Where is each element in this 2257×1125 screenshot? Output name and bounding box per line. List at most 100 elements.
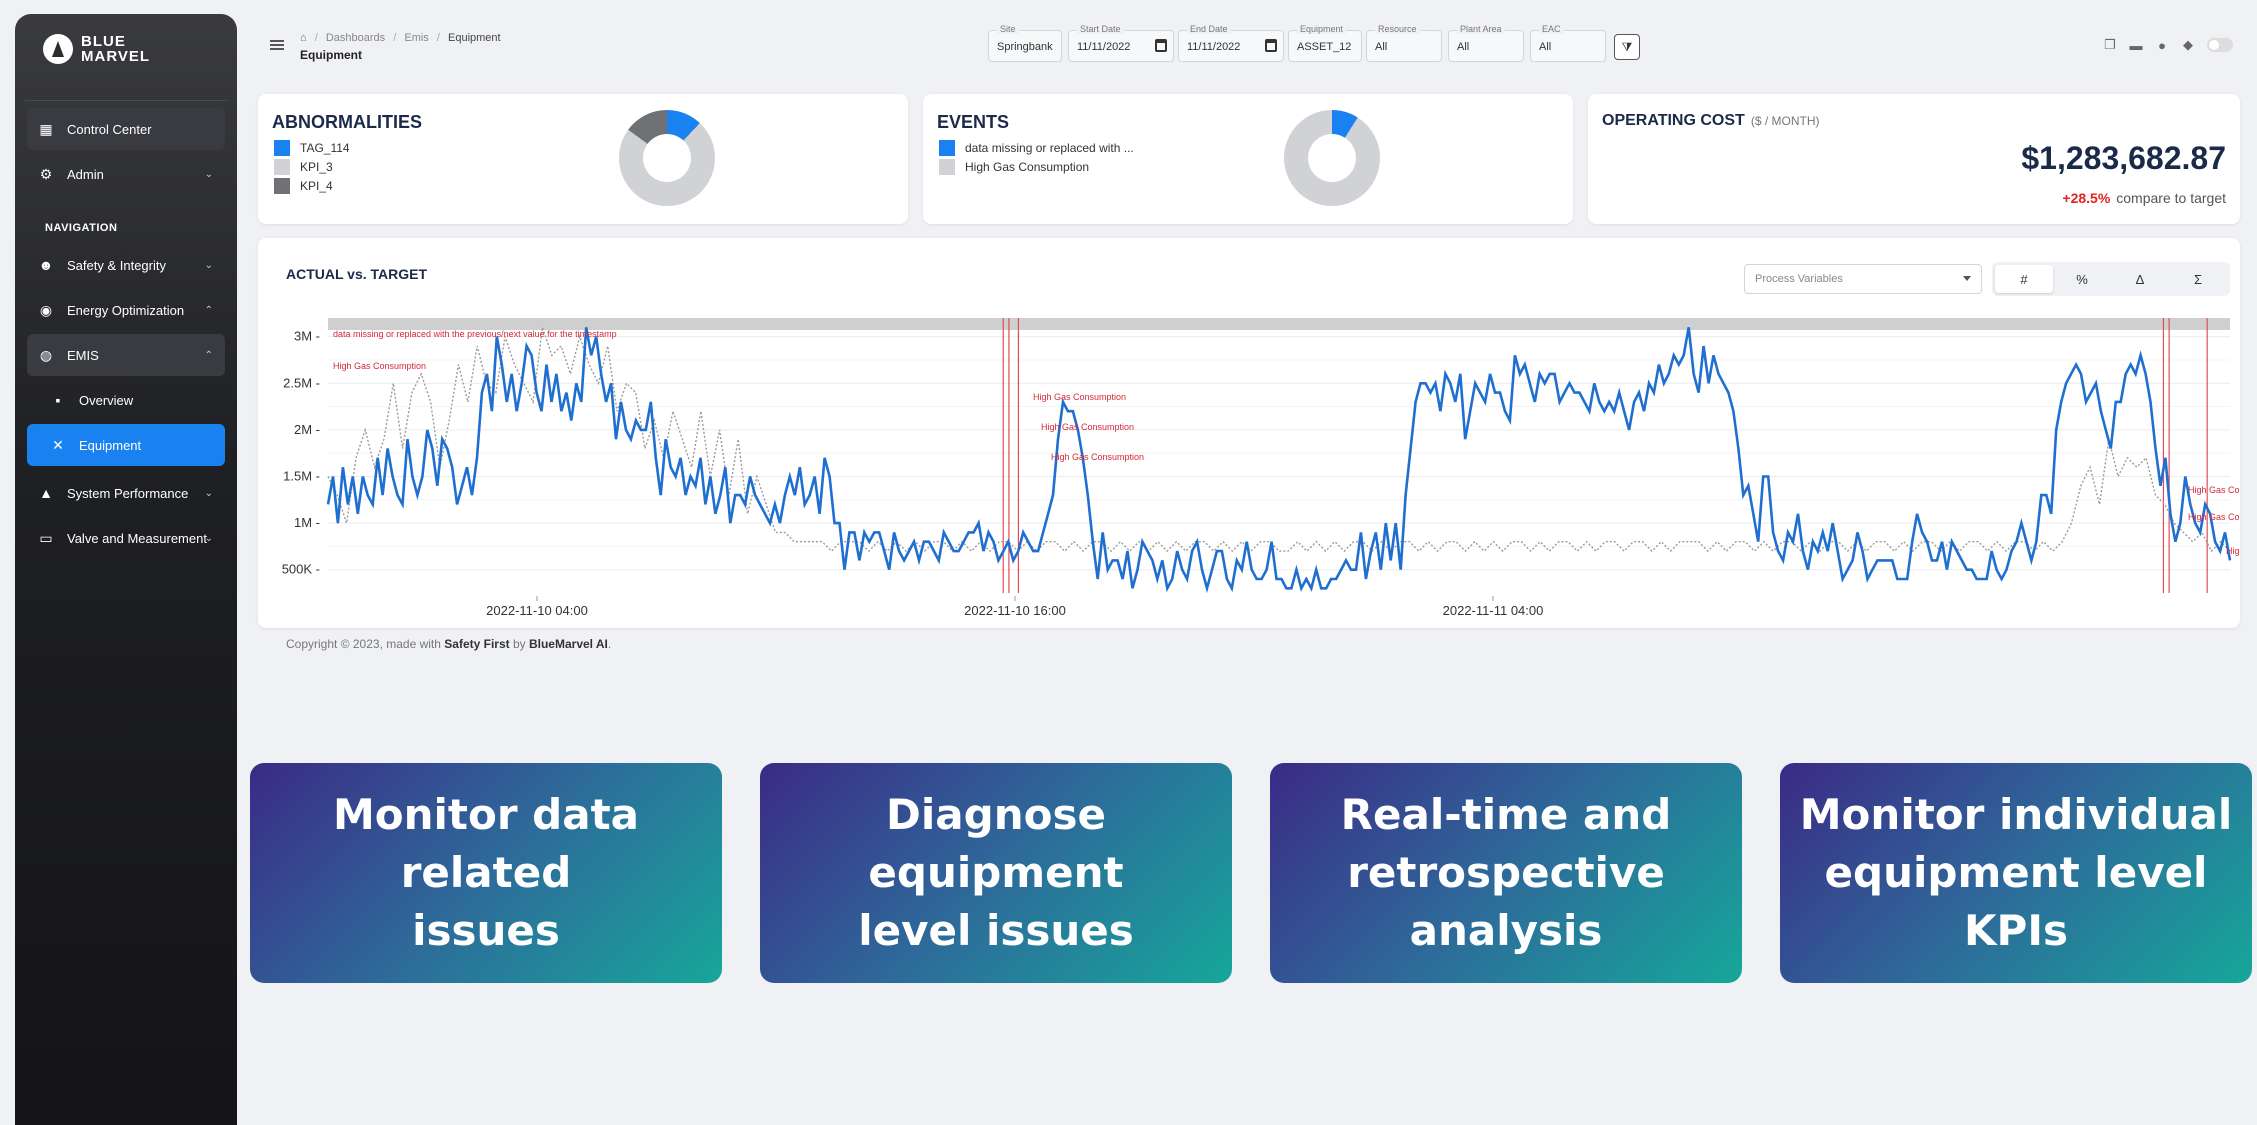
filter-label: Start Date (1077, 24, 1124, 34)
chart-annotation: High (2226, 546, 2240, 556)
chart-annotation: High Gas Consumption (1041, 422, 1134, 432)
sidebar-item-label: EMIS (67, 347, 99, 363)
tile-line-1: Monitor data related (332, 790, 640, 897)
menu-icon[interactable] (270, 40, 284, 50)
apply-filter-button[interactable]: ⧩ (1614, 34, 1640, 60)
sidebar-item-emis[interactable]: ◍ EMIS ⌃ (27, 334, 225, 376)
emis-icon: ◍ (39, 346, 53, 363)
actual-line (327, 327, 2231, 553)
legend-label: KPI_3 (300, 159, 333, 174)
legend-swatch (274, 158, 290, 175)
feature-tile-kpis: Monitor individual equipment level KPIs (1780, 763, 2252, 983)
x-tick-label: 2022-11-10 04:00 (486, 603, 588, 618)
legend-swatch (939, 139, 955, 156)
legend-label: High Gas Consumption (965, 159, 1090, 174)
breadcrumb: ⌂ / Dashboards / Emis / Equipment (300, 32, 501, 44)
resource-filter[interactable]: Resource All (1366, 24, 1442, 62)
rocket-icon: ▲ (39, 485, 53, 501)
legend-swatch (274, 139, 290, 156)
sidebar-item-label: Equipment (79, 437, 142, 453)
filter-icon: ⧩ (1621, 39, 1633, 54)
cost-unit: ($ / MONTH) (1750, 114, 1820, 128)
account-icon[interactable]: ● (2155, 38, 2169, 53)
abnormalities-card: ABNORMALITIES TAG_114 KPI_3 KPI_4 (258, 94, 908, 224)
card-title: EVENTS (937, 112, 1010, 132)
legend-item[interactable]: KPI_3 (274, 157, 350, 176)
breadcrumb-dashboards[interactable]: Dashboards (326, 32, 385, 44)
filter-value: 11/11/2022 (1187, 41, 1241, 53)
legend-item[interactable]: High Gas Consumption (939, 157, 1134, 176)
breadcrumb-equipment: Equipment (448, 32, 501, 44)
end-date-field[interactable]: End Date 11/11/2022 (1178, 24, 1284, 62)
sidebar-item-valve-measurement[interactable]: ▭ Valve and Measurement ⌄ (27, 517, 225, 559)
operating-cost-title: OPERATING COST (1602, 112, 1745, 129)
tile-line-2: retrospective analysis (1347, 848, 1665, 955)
chart-annotation: High Gas Consumption (333, 361, 426, 371)
user-gear-icon: ⚙ (39, 165, 53, 182)
filter-value: All (1457, 41, 1470, 53)
sidebar-item-label: Energy Optimization (67, 302, 185, 318)
ruler-icon: ▭ (39, 529, 53, 546)
y-tick-label: 3M - (294, 329, 320, 344)
sidebar-item-system-performance[interactable]: ▲ System Performance ⌄ (27, 472, 225, 514)
equipment-filter[interactable]: Equipment ASSET_12 (1288, 24, 1362, 62)
home-icon[interactable]: ⌂ (300, 32, 307, 44)
chevron-up-icon: ⌃ (204, 304, 213, 316)
brand-line-1: BLUE (81, 33, 126, 50)
y-tick-label: 2M - (294, 422, 320, 437)
legend-item[interactable]: KPI_4 (274, 176, 350, 195)
sidebar-item-equipment[interactable]: ✕ Equipment (27, 424, 225, 466)
eac-filter[interactable]: EAC All (1530, 24, 1606, 62)
sidebar-item-overview[interactable]: ▪ Overview (27, 379, 225, 421)
navigation-section-label: NAVIGATION (45, 222, 118, 234)
people-icon: ☻ (38, 257, 54, 273)
tile-line-1: Diagnose equipment (868, 790, 1124, 897)
layers-icon[interactable]: ❐ (2103, 37, 2117, 52)
legend-item[interactable]: data missing or replaced with ... (939, 138, 1134, 157)
copyright: Copyright © 2023, made with Safety First… (286, 637, 611, 651)
cost-compare: +28.5% compare to target (2062, 190, 2226, 206)
feature-tile-realtime-analysis: Real-time and retrospective analysis (1270, 763, 1742, 983)
sidebar-item-control-center[interactable]: ▦ Control Center (27, 108, 225, 150)
sidebar-item-energy-optimization[interactable]: ◉ Energy Optimization ⌃ (27, 289, 225, 331)
abnormalities-legend: TAG_114 KPI_3 KPI_4 (274, 138, 350, 195)
chevron-down-icon: ⌄ (204, 532, 213, 544)
sidebar-item-label: Valve and Measurement (67, 530, 207, 546)
events-legend: data missing or replaced with ... High G… (939, 138, 1134, 176)
compare-label: compare to target (2116, 190, 2226, 206)
tile-line-2: issues (412, 906, 560, 955)
filter-value: All (1539, 41, 1552, 53)
bell-icon[interactable]: ◆ (2181, 37, 2195, 52)
tile-line-2: equipment level KPIs (1824, 848, 2208, 955)
card-title: OPERATING COST ($ / MONTH) (1602, 112, 1820, 130)
calendar-icon[interactable] (1155, 39, 1167, 52)
chart-annotation: data missing or replaced with the previo… (333, 329, 617, 339)
sidebar-item-safety-integrity[interactable]: ☻ Safety & Integrity ⌄ (27, 244, 225, 286)
copyright-prefix: Copyright © 2023, made with (286, 637, 445, 651)
logo: BLUE MARVEL (43, 34, 150, 64)
start-date-field[interactable]: Start Date 11/11/2022 (1068, 24, 1174, 62)
y-tick-label: 1.5M - (283, 468, 320, 483)
events-donut-chart (1284, 110, 1380, 206)
sidebar-item-admin[interactable]: ⚙ Admin ⌄ (27, 153, 225, 195)
theme-toggle[interactable] (2207, 38, 2233, 52)
legend-swatch (939, 158, 955, 175)
tile-line-1: Monitor individual (1799, 790, 2233, 839)
legend-item[interactable]: TAG_114 (274, 138, 350, 157)
site-filter[interactable]: Site Springbank (988, 24, 1062, 62)
breadcrumb-emis[interactable]: Emis (404, 32, 428, 44)
plant-area-filter[interactable]: Plant Area All (1448, 24, 1524, 62)
calendar-icon[interactable] (1265, 39, 1277, 52)
chat-icon[interactable]: ▬ (2129, 38, 2143, 53)
filter-label: EAC (1539, 24, 1564, 34)
chart-annotation: High Gas Consumption (1033, 392, 1126, 402)
energy-icon: ◉ (39, 301, 53, 318)
events-card: EVENTS data missing or replaced with ...… (923, 94, 1573, 224)
legend-label: data missing or replaced with ... (965, 140, 1134, 155)
sidebar-item-label: Safety & Integrity (67, 257, 166, 273)
grid-icon: ▪ (55, 392, 61, 408)
card-title: ABNORMALITIES (272, 112, 422, 132)
x-tick-label: 2022-11-11 04:00 (1443, 603, 1544, 618)
y-tick-label: 1M - (294, 515, 320, 530)
top-bar: ⌂ / Dashboards / Emis / Equipment Equipm… (258, 22, 2257, 72)
